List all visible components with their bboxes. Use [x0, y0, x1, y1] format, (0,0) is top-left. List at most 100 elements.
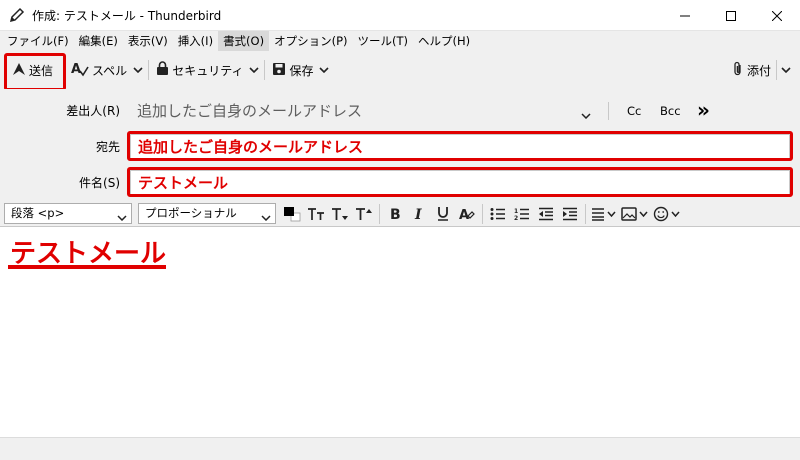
numbered-list-button[interactable]: 12	[510, 203, 534, 225]
font-larger-icon	[356, 207, 372, 220]
pencil-icon	[8, 6, 26, 24]
svg-text:A: A	[459, 208, 469, 221]
image-icon	[621, 206, 648, 221]
underline-button[interactable]	[431, 203, 455, 225]
chevron-down-icon	[781, 67, 791, 73]
from-label: 差出人(R)	[66, 104, 120, 118]
spell-button[interactable]: A スペル	[67, 56, 131, 84]
spell-dropdown-button[interactable]	[131, 56, 145, 84]
outdent-button[interactable]	[534, 203, 558, 225]
menu-bar: ファイル(F) 編集(E) 表示(V) 挿入(I) 書式(O) オプション(P)…	[0, 31, 800, 51]
align-icon	[592, 207, 616, 221]
menu-view[interactable]: 表示(V)	[123, 31, 173, 51]
minimize-button[interactable]	[662, 0, 708, 31]
format-toolbar: 段落 <p> プロポーショナル B I A 12	[0, 201, 800, 227]
message-body[interactable]: テストメール	[0, 227, 800, 437]
indent-icon	[563, 207, 577, 220]
outdent-icon	[539, 207, 553, 220]
bullet-list-icon	[490, 207, 505, 220]
numbered-list-icon: 12	[514, 208, 529, 221]
to-label: 宛先	[95, 140, 120, 154]
bold-icon: B	[390, 207, 401, 221]
attach-button[interactable]: 添付	[728, 56, 775, 84]
save-icon	[272, 62, 289, 79]
remove-format-icon: A	[459, 208, 475, 221]
compose-toolbar: 送信 A スペル セキュリティ 保存 添付	[0, 51, 800, 89]
security-button[interactable]: セキュリティ	[152, 56, 247, 84]
format-separator	[482, 203, 483, 224]
svg-text:B: B	[390, 207, 401, 221]
spell-check-icon: A	[71, 61, 92, 80]
menu-options[interactable]: オプション(P)	[269, 31, 352, 51]
menu-file[interactable]: ファイル(F)	[2, 31, 74, 51]
chevron-down-icon	[319, 67, 330, 73]
save-label: 保存	[289, 63, 314, 78]
svg-text:A: A	[71, 62, 81, 77]
save-dropdown-button[interactable]	[317, 56, 331, 84]
font-value: プロポーショナル	[145, 206, 237, 220]
send-highlight-box	[4, 53, 66, 91]
bcc-button[interactable]: Bcc	[660, 97, 681, 125]
font-smaller-icon	[332, 207, 348, 220]
italic-button[interactable]: I	[407, 203, 431, 225]
bold-button[interactable]: B	[383, 203, 407, 225]
attach-dropdown-button[interactable]	[779, 56, 793, 84]
font-select[interactable]: プロポーショナル	[138, 203, 276, 224]
menu-format[interactable]: 書式(O)	[218, 31, 270, 51]
window-title: 作成: テストメール - Thunderbird	[32, 8, 222, 23]
from-row: 差出人(R) 追加したご自身のメールアドレス Cc Bcc »	[0, 97, 800, 125]
more-fields-button[interactable]: »	[697, 97, 710, 123]
toolbar-separator	[264, 60, 266, 80]
chevron-down-icon	[133, 67, 143, 73]
title-bar: 作成: テストメール - Thunderbird	[0, 0, 800, 31]
menu-insert[interactable]: 挿入(I)	[173, 31, 218, 51]
underline-icon	[438, 207, 448, 221]
italic-icon: I	[414, 207, 422, 221]
chevron-down-icon	[249, 67, 260, 73]
remove-format-button[interactable]: A	[455, 203, 479, 225]
attach-label: 添付	[747, 63, 772, 78]
maximize-button[interactable]	[708, 0, 754, 31]
toolbar-separator	[148, 60, 150, 80]
text-color-button[interactable]	[280, 203, 304, 225]
font-larger-button[interactable]	[352, 203, 376, 225]
paragraph-format-select[interactable]: 段落 <p>	[4, 203, 132, 224]
spell-label: スペル	[92, 63, 128, 78]
format-separator	[379, 203, 380, 224]
align-button[interactable]	[589, 203, 619, 225]
security-label: セキュリティ	[172, 63, 244, 78]
chevron-down-icon	[261, 208, 271, 227]
color-swatch-icon	[284, 206, 301, 221]
from-separator	[608, 102, 609, 120]
svg-text:2: 2	[514, 215, 518, 221]
svg-text:I: I	[414, 207, 422, 221]
from-select[interactable]: 追加したご自身のメールアドレス	[130, 97, 600, 125]
paragraph-format-value: 段落 <p>	[11, 206, 65, 220]
insert-image-button[interactable]	[619, 203, 651, 225]
svg-text:1: 1	[514, 208, 518, 215]
font-smaller-button[interactable]	[328, 203, 352, 225]
menu-tools[interactable]: ツール(T)	[353, 31, 414, 51]
font-size-icon	[308, 207, 324, 220]
indent-button[interactable]	[558, 203, 582, 225]
subject-highlight-box	[127, 167, 793, 197]
security-dropdown-button[interactable]	[247, 56, 261, 84]
status-bar	[0, 437, 800, 460]
lock-icon	[156, 61, 172, 79]
subject-label: 件名(S)	[79, 176, 120, 190]
toolbar-separator	[776, 60, 777, 80]
menu-help[interactable]: ヘルプ(H)	[413, 31, 475, 51]
cc-button[interactable]: Cc	[627, 97, 641, 125]
smiley-icon	[653, 206, 680, 221]
insert-emoji-button[interactable]	[651, 203, 683, 225]
format-separator	[585, 203, 586, 224]
bullet-list-button[interactable]	[486, 203, 510, 225]
close-button[interactable]	[754, 0, 800, 31]
body-text-underline	[8, 265, 166, 269]
from-dropdown-icon[interactable]	[581, 108, 591, 122]
save-button[interactable]: 保存	[268, 56, 317, 84]
font-size-reset-button[interactable]	[304, 203, 328, 225]
menu-edit[interactable]: 編集(E)	[74, 31, 123, 51]
chevron-down-icon	[117, 208, 127, 227]
paperclip-icon	[732, 61, 747, 80]
